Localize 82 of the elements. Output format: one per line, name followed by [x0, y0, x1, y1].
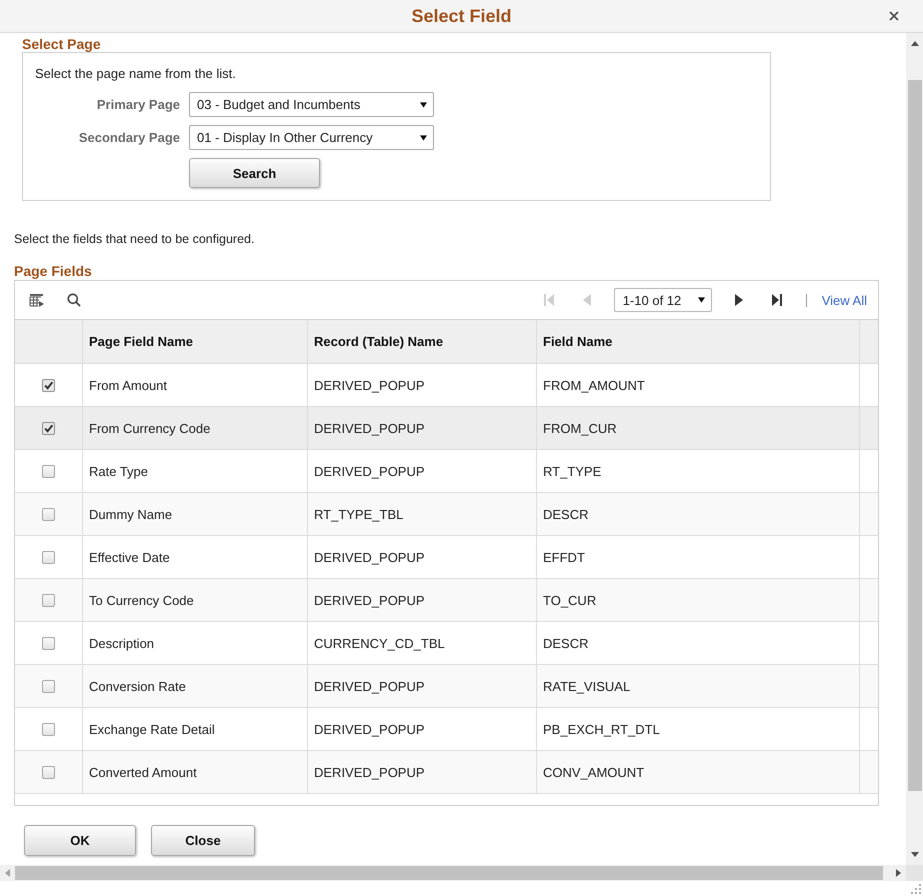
table-cell: CONV_AMOUNT	[543, 764, 644, 780]
table-cell: Effective Date	[89, 550, 170, 564]
checkbox[interactable]	[42, 550, 55, 564]
table-cell: Converted Amount	[89, 764, 197, 780]
checkbox[interactable]	[42, 378, 55, 392]
close-icon[interactable]	[889, 11, 899, 21]
scrollbar-thumb[interactable]	[908, 80, 922, 791]
table-row[interactable]: From Amount DERIVED_POPUP FROM_AMOUNT	[15, 364, 878, 407]
table-cell: Rate Type	[89, 464, 148, 478]
instruction-text: Select the fields that need to be configured.	[14, 231, 254, 247]
resize-grip-icon[interactable]	[910, 883, 922, 895]
page-range-dropdown[interactable]: 1-10 of 12	[614, 288, 712, 312]
table-cell: FROM_AMOUNT	[543, 378, 645, 392]
table-cell: Conversion Rate	[89, 678, 186, 694]
view-all-link[interactable]: View All	[822, 292, 867, 308]
search-button[interactable]: Search	[189, 158, 320, 188]
table-cell: DERIVED_POPUP	[314, 722, 425, 736]
table-cell: DERIVED_POPUP	[314, 764, 425, 780]
vertical-scrollbar[interactable]	[906, 33, 923, 865]
table-row[interactable]: Conversion Rate DERIVED_POPUP RATE_VISUAL	[15, 665, 878, 708]
down-arrow-icon[interactable]	[910, 852, 918, 857]
table-cell: From Amount	[89, 378, 168, 392]
dialog-title: Select Field	[411, 6, 512, 26]
section-heading: Select Page	[22, 36, 102, 52]
table-cell: Description	[89, 636, 154, 650]
table-cell: DERIVED_POPUP	[314, 550, 425, 564]
table-cell: DESCR	[543, 506, 589, 522]
checkbox[interactable]	[42, 464, 55, 478]
table-cell: RATE_VISUAL	[543, 678, 630, 694]
table-cell: DERIVED_POPUP	[314, 420, 425, 436]
instruction-text: Select the page name from the list.	[35, 66, 237, 82]
table-cell: CURRENCY_CD_TBL	[314, 636, 445, 650]
table-cell: From Currency Code	[89, 420, 210, 436]
checkbox[interactable]	[42, 508, 55, 520]
right-triangle-icon[interactable]	[734, 294, 744, 306]
table-cell: RT_TYPE	[543, 464, 602, 478]
table-cell: DERIVED_POPUP	[314, 678, 425, 694]
table-cell: Dummy Name	[89, 506, 172, 522]
table-cell: DERIVED_POPUP	[314, 378, 425, 392]
close-button[interactable]: Close	[151, 825, 255, 856]
search-icon[interactable]	[67, 293, 81, 307]
table-row[interactable]: Rate Type DERIVED_POPUP RT_TYPE	[15, 450, 878, 493]
skip-end-icon[interactable]	[772, 294, 782, 306]
horizontal-scrollbar[interactable]	[0, 865, 906, 881]
right-arrow-icon[interactable]	[896, 869, 901, 877]
checkbox[interactable]	[42, 680, 55, 692]
caret-icon	[420, 134, 427, 140]
field-label: Primary Page	[96, 97, 180, 112]
table-row[interactable]: From Currency Code DERIVED_POPUP FROM_CUR	[15, 407, 878, 450]
scrollbar-thumb[interactable]	[15, 866, 883, 880]
table-row[interactable]: Exchange Rate Detail DERIVED_POPUP PB_EXCH_RT_DTL	[15, 708, 878, 751]
table-cell: Exchange Rate Detail	[89, 722, 215, 736]
table-cell: PB_EXCH_RT_DTL	[543, 722, 660, 736]
left-arrow-icon[interactable]	[5, 869, 10, 877]
table-row[interactable]: Description CURRENCY_CD_TBL DESCR	[15, 622, 878, 665]
up-arrow-icon[interactable]	[910, 41, 918, 46]
table-cell: DERIVED_POPUP	[314, 464, 425, 478]
table-icon[interactable]	[29, 293, 45, 307]
section-heading: Page Fields	[14, 263, 92, 279]
table-cell: DESCR	[543, 636, 589, 650]
checkbox[interactable]	[42, 422, 55, 434]
checkbox[interactable]	[42, 594, 55, 606]
table-row[interactable]: To Currency Code DERIVED_POPUP TO_CUR	[15, 579, 878, 622]
table-row[interactable]: Converted Amount DERIVED_POPUP CONV_AMOUNT	[15, 751, 878, 794]
checkbox[interactable]	[42, 636, 55, 650]
caret-icon	[420, 102, 427, 108]
table-cell: TO_CUR	[543, 592, 596, 608]
field-label: Secondary Page	[78, 130, 180, 145]
table-cell: FROM_CUR	[543, 420, 617, 436]
table-row[interactable]: Effective Date DERIVED_POPUP EFFDT	[15, 536, 878, 579]
page-dropdown[interactable]: 03 - Budget and Incumbents	[189, 92, 434, 117]
table-row[interactable]: Dummy Name RT_TYPE_TBL DESCR	[15, 493, 878, 536]
caret-icon	[698, 297, 705, 303]
ok-button[interactable]: OK	[24, 825, 136, 856]
table-cell: DERIVED_POPUP	[314, 592, 425, 608]
checkbox[interactable]	[42, 766, 55, 778]
scrollbar-corner	[906, 865, 923, 881]
table-cell: EFFDT	[543, 550, 585, 564]
table-cell: RT_TYPE_TBL	[314, 506, 404, 522]
checkbox[interactable]	[42, 722, 55, 736]
page-dropdown[interactable]: 01 - Display In Other Currency	[189, 125, 434, 150]
table-cell: To Currency Code	[89, 592, 194, 608]
